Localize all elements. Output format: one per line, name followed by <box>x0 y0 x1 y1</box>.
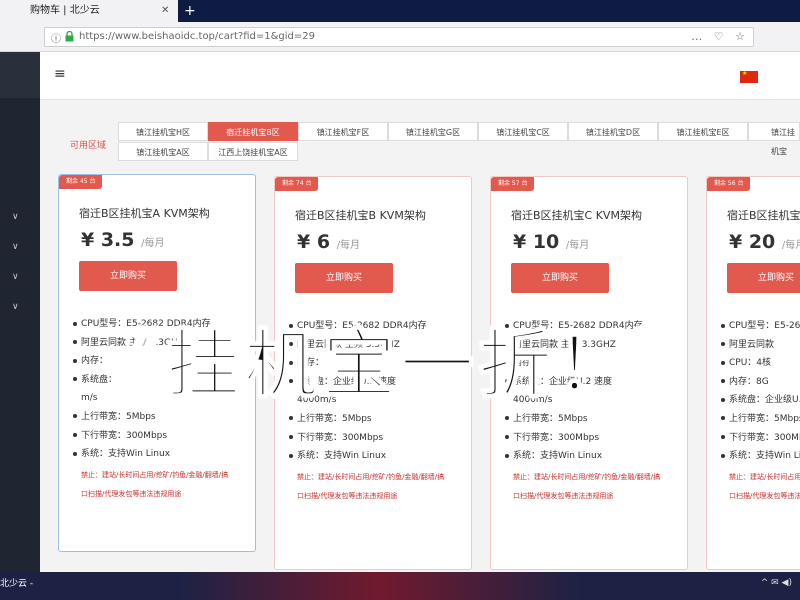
product-price: ¥ 3.5 /每月 <box>81 229 165 251</box>
browser-tabbar: 购物车 | 北少云 ✕ + <box>0 0 800 22</box>
price-period: /每月 <box>781 240 800 251</box>
url-actions: … ♡ ☆ <box>683 30 745 43</box>
spec-item: 系统：支持Win Linux <box>73 445 255 464</box>
system-tray[interactable]: ^ ✉ ◀) <box>761 578 792 588</box>
stock-badge: 剩余 45 台 <box>59 175 103 189</box>
buy-now-button[interactable]: 立即购买 <box>79 261 177 291</box>
zone-tab[interactable]: 镇江挂机宝D区 <box>568 122 658 141</box>
zone-tab[interactable]: 镇江挂机宝E区 <box>658 122 748 141</box>
spec-item: 系统：支持Win Linux <box>505 447 687 466</box>
spec-item: 下行带宽：300Mbps <box>289 429 471 448</box>
stock-badge: 剩余 56 台 <box>707 177 751 191</box>
zone-tab[interactable]: 镇江挂机宝 <box>748 122 800 156</box>
price-value: ¥ 3.5 <box>81 229 135 251</box>
product-title: 宿迁B区挂机宝C KVM架构 <box>511 209 642 222</box>
zone-tab[interactable]: 镇江挂机宝F区 <box>298 122 388 141</box>
tab-close-icon[interactable]: ✕ <box>161 0 169 22</box>
zone-tab[interactable]: 镇江挂机宝C区 <box>478 122 568 141</box>
menu-icon[interactable]: ≡ <box>54 66 66 82</box>
overlay-headline: 《挂机宝一折！》 <box>87 321 712 409</box>
chevron-down-icon[interactable]: ∨ <box>12 242 19 252</box>
usage-warning: 口扫描/代理发包等违法违规用途 <box>729 491 800 500</box>
spec-item: 系统：支持Win Linux <box>721 447 800 466</box>
product-title: 宿迁B区挂机宝B KVM架构 <box>295 209 426 222</box>
usage-warning: 口扫描/代理发包等违法违规用途 <box>513 491 614 500</box>
zones-label: 可用区域 <box>70 141 107 151</box>
stock-badge: 剩余 74 台 <box>275 177 319 191</box>
price-period: /每月 <box>565 240 590 251</box>
page-actions-icon[interactable]: … <box>691 30 702 43</box>
buy-now-button[interactable]: 立即购买 <box>295 263 393 293</box>
usage-warning: 口扫描/代理发包等违法违规用途 <box>81 489 182 498</box>
zone-tab[interactable]: 江西上饶挂机宝A区 <box>208 142 298 161</box>
browser-tab[interactable]: 购物车 | 北少云 ✕ <box>0 0 178 22</box>
price-period: /每月 <box>336 240 361 251</box>
product-price: ¥ 6 /每月 <box>297 231 360 253</box>
usage-warning: 禁止：建站/长时间占用/挖矿/钓鱼/金融/翻墙/搞 <box>729 472 800 481</box>
usage-warning: 禁止：建站/长时间占用/挖矿/钓鱼/金融/翻墙/搞 <box>513 472 661 481</box>
chevron-down-icon[interactable]: ∨ <box>12 212 19 222</box>
address-bar: ⓘ https://www.beishaoidc.top/cart?fid=1&… <box>0 22 800 52</box>
zone-tab[interactable]: 镇江挂机宝H区 <box>118 122 208 141</box>
spec-item: 系统：支持Win Linux <box>289 447 471 466</box>
product-price: ¥ 20 /每月 <box>729 231 800 253</box>
price-value: ¥ 6 <box>297 231 331 253</box>
buy-now-button[interactable]: 立即购买 <box>727 263 800 293</box>
zone-tab[interactable]: 镇江挂机宝G区 <box>388 122 478 141</box>
price-period: /每月 <box>141 238 165 249</box>
new-tab-icon[interactable]: + <box>184 0 196 22</box>
top-navbar: ≡ ★ <box>40 52 800 100</box>
bookmark-star-icon[interactable]: ☆ <box>735 30 745 43</box>
spec-item: 下行带宽：300Mbps <box>505 429 687 448</box>
spec-item: 下行带宽：300Mbps <box>721 429 800 448</box>
product-price: ¥ 10 /每月 <box>513 231 589 253</box>
info-icon[interactable]: ⓘ <box>51 30 61 45</box>
usage-warning: 禁止：建站/长时间占用/挖矿/钓鱼/金融/翻墙/搞 <box>297 472 445 481</box>
price-value: ¥ 10 <box>513 231 560 253</box>
cn-flag-icon[interactable]: ★ <box>740 70 758 83</box>
taskbar-app[interactable]: 北少云 - <box>0 576 33 589</box>
product-title: 宿迁B区挂机宝A KVM架构 <box>79 207 210 220</box>
sidebar-header <box>0 52 40 98</box>
lock-icon <box>65 31 74 42</box>
product-title: 宿迁B区挂机宝D KVM架构 <box>727 209 800 222</box>
usage-warning: 禁止：建站/长时间占用/挖矿/钓鱼/金融/翻墙/搞 <box>81 470 229 479</box>
usage-warning: 口扫描/代理发包等违法违规用途 <box>297 491 398 500</box>
stock-badge: 剩余 57 台 <box>491 177 535 191</box>
taskbar-glow <box>180 572 580 600</box>
zone-tab[interactable]: 镇江挂机宝A区 <box>118 142 208 161</box>
chevron-down-icon[interactable]: ∨ <box>12 272 19 282</box>
url-field[interactable]: ⓘ https://www.beishaoidc.top/cart?fid=1&… <box>44 27 754 47</box>
pocket-icon[interactable]: ♡ <box>714 30 724 43</box>
zone-tab-active[interactable]: 宿迁挂机宝B区 <box>208 122 298 141</box>
tab-title: 购物车 | 北少云 <box>30 5 100 16</box>
price-value: ¥ 20 <box>729 231 776 253</box>
url-text: https://www.beishaoidc.top/cart?fid=1&gi… <box>79 31 316 42</box>
buy-now-button[interactable]: 立即购买 <box>511 263 609 293</box>
